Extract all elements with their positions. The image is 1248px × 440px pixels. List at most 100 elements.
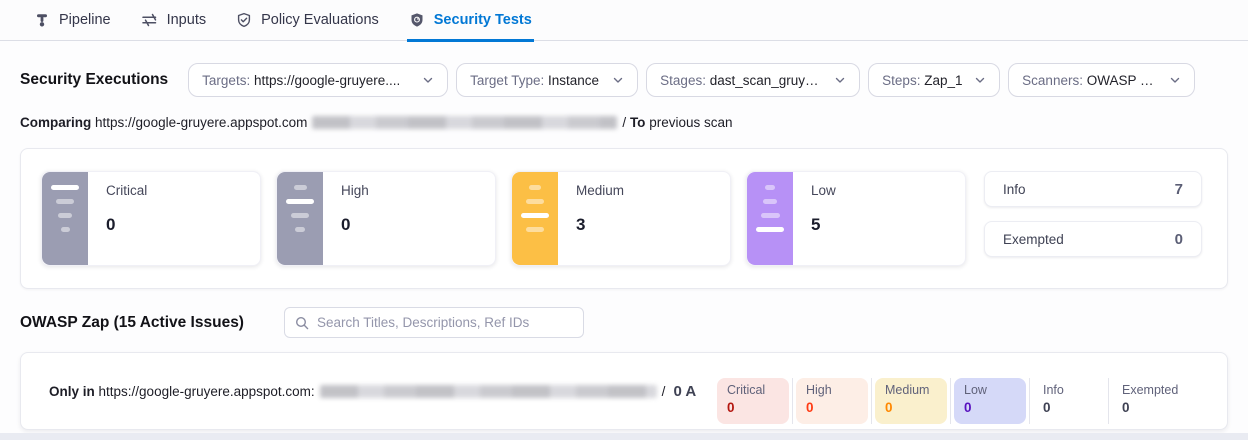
severity-bars-icon [277, 172, 323, 265]
pill-label: Low [964, 383, 1016, 399]
exempted-count: 0 [1175, 231, 1183, 248]
issues-title: OWASP Zap (15 Active Issues) [20, 314, 244, 332]
exempted-label: Exempted [1003, 232, 1064, 247]
issues-search-box[interactable] [284, 307, 584, 338]
pill-label: Critical [727, 383, 779, 399]
tab-label: Policy Evaluations [261, 12, 379, 28]
tab-label: Inputs [167, 12, 207, 28]
active-issues-count-clipped: 0 A [673, 383, 696, 400]
info-label: Info [1003, 182, 1026, 197]
dropdown-label: Scanners: [1022, 73, 1083, 88]
issue-group-separator: / [662, 384, 666, 399]
section-title-security-executions: Security Executions [20, 71, 168, 89]
issue-group-row[interactable]: Only in https://google-gruyere.appspot.c… [21, 353, 1227, 429]
pill-label: Info [1043, 383, 1095, 399]
steps-dropdown[interactable]: Steps: Zap_1 [868, 63, 1000, 97]
dropdown-label: Steps: [882, 73, 920, 88]
dropdown-value: dast_scan_gruyere [710, 73, 824, 88]
severity-label: Low [811, 183, 836, 198]
issues-header: OWASP Zap (15 Active Issues) [20, 307, 584, 338]
pill-count: 0 [964, 400, 1016, 415]
comparing-to-label: To [630, 115, 646, 130]
page-bottom-strip [0, 433, 1248, 440]
filters-row: Security Executions Targets: https://goo… [20, 63, 1203, 97]
dropdown-value: OWASP Zap [1087, 73, 1159, 88]
redacted-text [312, 116, 617, 129]
chevron-down-icon [974, 74, 986, 86]
pipeline-icon [34, 12, 50, 28]
security-tests-page: Pipeline Inputs Policy Evaluations Secur… [0, 0, 1248, 440]
pill-high: High 0 [796, 378, 868, 424]
tab-label: Security Tests [434, 12, 532, 28]
dropdown-value: https://google-gruyere.... [254, 73, 400, 88]
pill-medium: Medium 0 [875, 378, 947, 424]
severity-card-low[interactable]: Low 5 [746, 171, 966, 266]
pill-count: 0 [1122, 400, 1178, 415]
comparing-url: https://google-gruyere.appspot.com [95, 115, 307, 130]
policy-evaluations-icon [236, 12, 252, 28]
tab-policy-evaluations[interactable]: Policy Evaluations [234, 0, 381, 41]
pill-exempted: Exempted 0 [1112, 378, 1188, 424]
severity-card-medium[interactable]: Medium 3 [511, 171, 731, 266]
pill-count: 0 [885, 400, 937, 415]
divider [1108, 378, 1109, 424]
divider [1029, 378, 1030, 424]
severity-card-critical[interactable]: Critical 0 [41, 171, 261, 266]
stages-dropdown[interactable]: Stages: dast_scan_gruyere [646, 63, 860, 97]
info-count: 7 [1175, 181, 1183, 198]
severity-count: 5 [811, 215, 836, 235]
severity-label: Medium [576, 183, 624, 198]
dropdown-label: Stages: [660, 73, 706, 88]
summary-mini-column: Info 7 Exempted 0 [984, 171, 1202, 257]
pill-count: 0 [727, 400, 779, 415]
tab-inputs[interactable]: Inputs [139, 0, 209, 41]
severity-count: 0 [106, 215, 147, 235]
target-type-dropdown[interactable]: Target Type: Instance [456, 63, 638, 97]
dropdown-label: Targets: [202, 73, 250, 88]
comparing-separator: / [622, 115, 626, 130]
divider [950, 378, 951, 424]
search-input[interactable] [317, 315, 573, 330]
divider [871, 378, 872, 424]
severity-pills: Critical 0 High 0 Medium 0 Low 0 [717, 378, 1188, 424]
search-icon [295, 316, 309, 330]
comparing-row: Comparing https://google-gruyere.appspot… [20, 115, 733, 130]
severity-label: High [341, 183, 369, 198]
targets-dropdown[interactable]: Targets: https://google-gruyere.... [188, 63, 448, 97]
tab-pipeline[interactable]: Pipeline [32, 0, 113, 41]
only-in-label: Only in [49, 384, 95, 399]
info-card[interactable]: Info 7 [984, 171, 1202, 207]
severity-label: Critical [106, 183, 147, 198]
chevron-down-icon [834, 74, 846, 86]
pill-label: Medium [885, 383, 937, 399]
severity-card-high[interactable]: High 0 [276, 171, 496, 266]
tab-label: Pipeline [59, 12, 111, 28]
chevron-down-icon [422, 74, 434, 86]
severity-bars-icon [747, 172, 793, 265]
issue-group-panel: Only in https://google-gruyere.appspot.c… [20, 352, 1228, 430]
tab-security-tests[interactable]: Security Tests [407, 0, 534, 41]
exempted-card[interactable]: Exempted 0 [984, 221, 1202, 257]
chevron-down-icon [1169, 74, 1181, 86]
inputs-icon [141, 12, 158, 28]
dropdown-label: Target Type: [470, 73, 544, 88]
execution-tabbar: Pipeline Inputs Policy Evaluations Secur… [0, 0, 1248, 41]
pill-info: Info 0 [1033, 378, 1105, 424]
pill-label: High [806, 383, 858, 399]
severity-count: 0 [341, 215, 369, 235]
pill-critical: Critical 0 [717, 378, 789, 424]
issue-group-url: https://google-gruyere.appspot.com: [99, 384, 315, 399]
severity-bars-icon [42, 172, 88, 265]
scanners-dropdown[interactable]: Scanners: OWASP Zap [1008, 63, 1195, 97]
severity-summary-panel: Critical 0 High 0 Medium 3 Low 5 [20, 148, 1228, 289]
pill-low: Low 0 [954, 378, 1026, 424]
pill-count: 0 [806, 400, 858, 415]
redacted-text [320, 385, 657, 398]
pill-label: Exempted [1122, 383, 1178, 399]
severity-bars-icon [512, 172, 558, 265]
comparing-to-value: previous scan [649, 115, 732, 130]
divider [792, 378, 793, 424]
security-tests-icon [409, 12, 425, 28]
dropdown-value: Instance [548, 73, 599, 88]
chevron-down-icon [612, 74, 624, 86]
